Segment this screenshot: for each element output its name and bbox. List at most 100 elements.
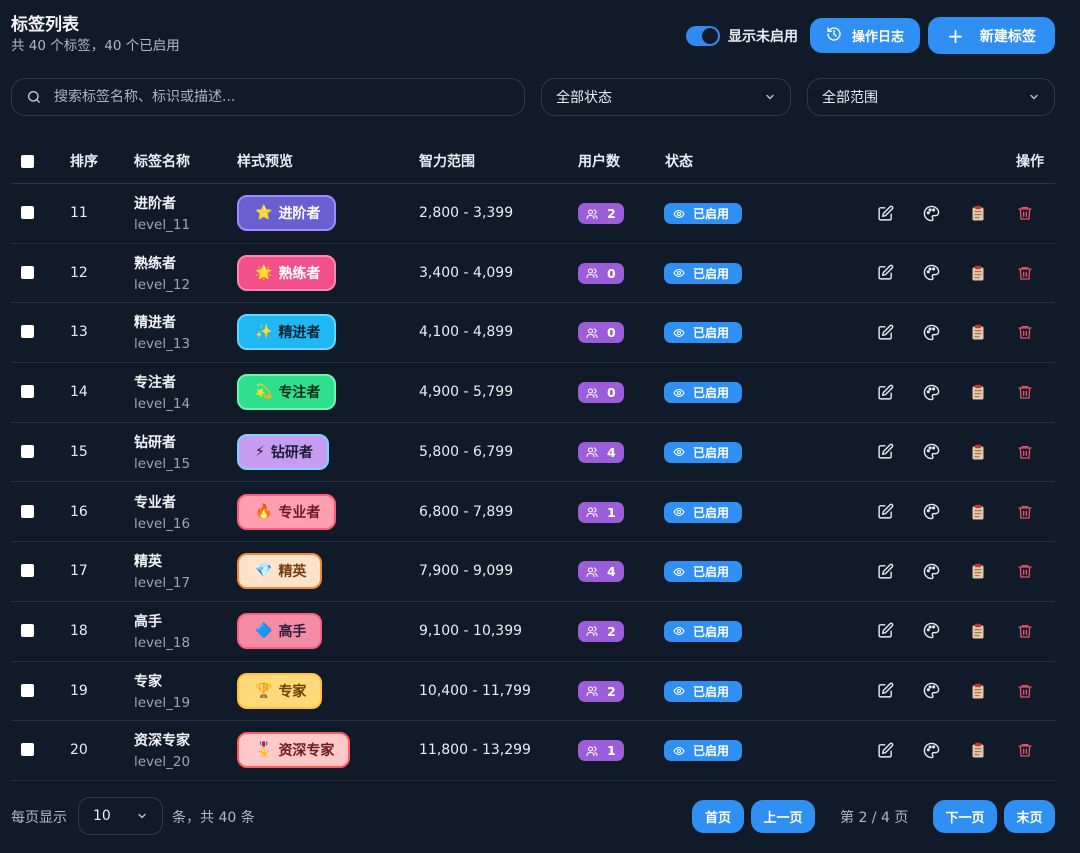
users-icon [586, 267, 607, 279]
edit-icon[interactable] [876, 741, 894, 759]
row-checkbox[interactable] [21, 623, 34, 637]
row-checkbox[interactable] [21, 325, 34, 339]
delete-icon[interactable] [1016, 264, 1034, 282]
tag-preview-label: 精英 [278, 564, 307, 581]
tag-preview-label: 专家 [278, 683, 307, 700]
table-row: 20 资深专家 level_20 🎖️ 资深专家 11,800 - 13,299 1 已启用 [11, 721, 1055, 781]
delete-icon[interactable] [1016, 562, 1034, 580]
show-disabled-toggle[interactable] [686, 26, 720, 46]
row-tag-key: level_13 [134, 336, 191, 353]
edit-icon[interactable] [876, 264, 894, 282]
clipboard-icon[interactable] [969, 383, 987, 401]
row-tag-name: 专业者 [134, 494, 176, 511]
delete-icon[interactable] [1016, 204, 1034, 222]
palette-icon[interactable] [922, 682, 940, 700]
diamond-icon: 🔷 [255, 622, 273, 639]
users-icon [586, 685, 607, 697]
palette-icon[interactable] [922, 622, 940, 640]
row-checkbox[interactable] [21, 385, 34, 399]
users-icon [586, 506, 607, 518]
user-count: 2 [607, 683, 616, 699]
eye-icon [673, 387, 693, 399]
delete-icon[interactable] [1016, 622, 1034, 640]
tag-style-preview: 🔥 专业者 [237, 493, 337, 530]
column-preview: 样式预览 [237, 154, 293, 170]
status-badge: 已启用 [664, 262, 742, 284]
row-checkbox[interactable] [21, 206, 34, 219]
column-users: 用户数 [578, 154, 620, 170]
delete-icon[interactable] [1016, 682, 1034, 700]
edit-icon[interactable] [876, 383, 894, 401]
palette-icon[interactable] [922, 383, 940, 401]
status-badge: 已启用 [664, 740, 742, 762]
user-count: 4 [607, 444, 616, 460]
next-page-button[interactable]: 下一页 [933, 800, 997, 833]
edit-icon[interactable] [876, 204, 894, 222]
per-page-value: 10 [93, 808, 111, 824]
lightning-icon: ⚡ [255, 443, 265, 460]
edit-icon[interactable] [876, 622, 894, 640]
edit-icon[interactable] [876, 323, 894, 341]
status-text: 已启用 [693, 624, 730, 639]
row-checkbox[interactable] [21, 564, 34, 578]
clipboard-icon[interactable] [969, 741, 987, 759]
palette-icon[interactable] [922, 503, 940, 521]
status-filter-select[interactable]: 全部状态 [541, 78, 791, 116]
clipboard-icon[interactable] [969, 204, 987, 222]
clipboard-icon[interactable] [969, 562, 987, 580]
edit-icon[interactable] [876, 682, 894, 700]
edit-icon[interactable] [876, 443, 894, 461]
row-checkbox[interactable] [21, 743, 34, 757]
delete-icon[interactable] [1016, 323, 1034, 341]
user-count-badge: 0 [578, 322, 624, 344]
prev-page-button[interactable]: 上一页 [751, 800, 815, 833]
clipboard-icon[interactable] [969, 323, 987, 341]
palette-icon[interactable] [922, 741, 940, 759]
status-badge: 已启用 [664, 561, 742, 583]
range-filter-select[interactable]: 全部范围 [807, 78, 1055, 116]
row-checkbox[interactable] [21, 265, 34, 279]
operation-log-button[interactable]: 操作日志 [810, 18, 920, 53]
row-checkbox[interactable] [21, 504, 34, 518]
edit-icon[interactable] [876, 503, 894, 521]
first-page-button[interactable]: 首页 [692, 800, 744, 833]
status-badge: 已启用 [664, 382, 742, 404]
user-count-badge: 0 [578, 262, 624, 284]
select-all-checkbox[interactable] [21, 155, 34, 168]
last-page-button[interactable]: 末页 [1004, 800, 1055, 833]
clipboard-icon[interactable] [969, 443, 987, 461]
row-checkbox[interactable] [21, 683, 34, 697]
clipboard-icon[interactable] [969, 503, 987, 521]
table-row: 14 专注者 level_14 💫 专注者 4,900 - 5,799 0 已启用 [11, 363, 1055, 423]
clipboard-icon[interactable] [969, 682, 987, 700]
row-checkbox[interactable] [21, 444, 34, 458]
search-input[interactable] [54, 89, 494, 105]
delete-icon[interactable] [1016, 383, 1034, 401]
status-text: 已启用 [693, 386, 730, 401]
tag-style-preview: ⭐ 进阶者 [237, 195, 337, 231]
palette-icon[interactable] [922, 323, 940, 341]
user-count: 2 [607, 206, 616, 221]
history-icon [826, 26, 842, 46]
row-tag-key: level_14 [134, 396, 191, 413]
tag-preview-label: 专业者 [278, 504, 321, 521]
table-row: 13 精进者 level_13 ✨ 精进者 4,100 - 4,899 0 已启用 [11, 303, 1055, 364]
delete-icon[interactable] [1016, 503, 1034, 521]
row-tag-name: 专家 [134, 673, 162, 690]
users-icon [586, 446, 607, 458]
status-text: 已启用 [693, 684, 730, 699]
user-count: 0 [607, 325, 616, 341]
users-icon [586, 745, 607, 757]
clipboard-icon[interactable] [969, 622, 987, 640]
per-page-select[interactable]: 10 [78, 797, 163, 835]
clipboard-icon[interactable] [969, 264, 987, 282]
palette-icon[interactable] [922, 204, 940, 222]
edit-icon[interactable] [876, 562, 894, 580]
palette-icon[interactable] [922, 264, 940, 282]
delete-icon[interactable] [1016, 741, 1034, 759]
palette-icon[interactable] [922, 443, 940, 461]
palette-icon[interactable] [922, 562, 940, 580]
delete-icon[interactable] [1016, 443, 1034, 461]
new-tag-button[interactable]: + 新建标签 [928, 17, 1055, 54]
users-icon [586, 327, 607, 339]
